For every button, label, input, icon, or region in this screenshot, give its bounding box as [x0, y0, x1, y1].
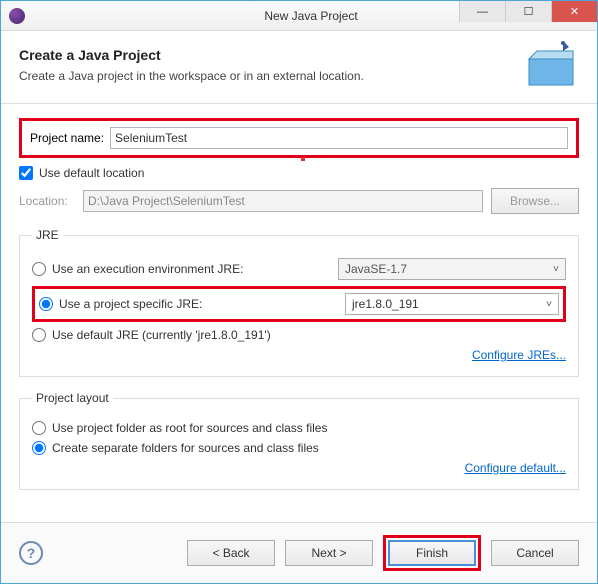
configure-default-link[interactable]: Configure default... — [465, 461, 566, 475]
project-layout-group: Project layout Use project folder as roo… — [19, 391, 579, 490]
jre-default-radio[interactable] — [32, 328, 46, 342]
layout-separate-radio[interactable] — [32, 441, 46, 455]
eclipse-icon — [9, 8, 25, 24]
layout-root-label: Use project folder as root for sources a… — [52, 421, 327, 435]
wizard-footer: ? < Back Next > Finish Cancel — [1, 522, 597, 583]
jre-default-label: Use default JRE (currently 'jre1.8.0_191… — [52, 328, 271, 342]
configure-jres-link[interactable]: Configure JREs... — [472, 348, 566, 362]
folder-java-icon — [523, 41, 579, 89]
project-name-highlight: Project name: — [19, 118, 579, 158]
maximize-button[interactable]: ☐ — [505, 1, 551, 22]
jre-specific-label: Use a project specific JRE: — [59, 297, 339, 311]
jre-exec-env-select: JavaSE-1.7 ˅ — [338, 258, 566, 280]
cancel-button[interactable]: Cancel — [491, 540, 579, 566]
jre-legend: JRE — [32, 228, 63, 242]
project-layout-legend: Project layout — [32, 391, 113, 405]
back-button[interactable]: < Back — [187, 540, 275, 566]
location-label: Location: — [19, 194, 75, 208]
wizard-header: Create a Java Project Create a Java proj… — [1, 31, 597, 104]
jre-specific-select[interactable]: jre1.8.0_191 ˅ — [345, 293, 559, 315]
page-subtitle: Create a Java project in the workspace o… — [19, 69, 507, 83]
chevron-down-icon: ˅ — [546, 299, 552, 310]
location-input — [83, 190, 483, 212]
jre-group: JRE Use an execution environment JRE: Ja… — [19, 228, 579, 377]
next-button[interactable]: Next > — [285, 540, 373, 566]
chevron-down-icon: ˅ — [553, 264, 559, 275]
finish-highlight: Finish — [383, 535, 481, 571]
finish-button[interactable]: Finish — [388, 540, 476, 566]
help-button[interactable]: ? — [19, 541, 43, 565]
red-dot-marker — [301, 157, 305, 161]
jre-specific-highlight: Use a project specific JRE: jre1.8.0_191… — [32, 286, 566, 322]
jre-specific-radio[interactable] — [39, 297, 53, 311]
minimize-button[interactable]: — — [459, 1, 505, 22]
project-name-label: Project name: — [30, 131, 104, 145]
close-button[interactable]: ✕ — [551, 1, 597, 22]
use-default-location-checkbox[interactable] — [19, 166, 33, 180]
browse-button: Browse... — [491, 188, 579, 214]
project-name-input[interactable] — [110, 127, 568, 149]
use-default-location-label: Use default location — [39, 166, 144, 180]
layout-root-radio[interactable] — [32, 421, 46, 435]
jre-exec-env-label: Use an execution environment JRE: — [52, 262, 332, 276]
jre-exec-env-radio[interactable] — [32, 262, 46, 276]
layout-separate-label: Create separate folders for sources and … — [52, 441, 319, 455]
page-title: Create a Java Project — [19, 47, 507, 63]
titlebar: New Java Project — ☐ ✕ — [1, 1, 597, 31]
